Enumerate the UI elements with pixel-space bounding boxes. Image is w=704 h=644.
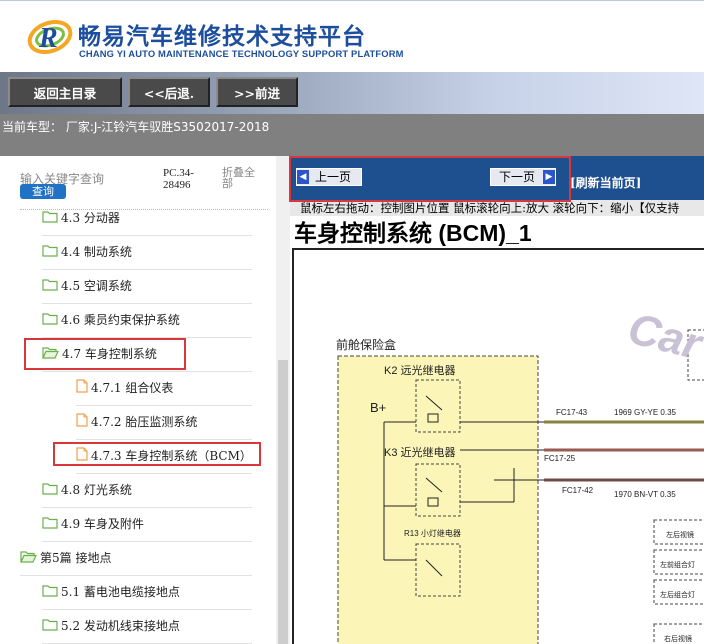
brand-subtitle: CHANG YI AUTO MAINTENANCE TECHNOLOGY SUP… — [79, 48, 404, 59]
folder-icon — [42, 617, 58, 637]
tree-item[interactable]: 4.3 分动器 — [42, 208, 120, 228]
r13-relay — [415, 543, 461, 597]
tree-item[interactable]: 5.2 发动机线束接地点 — [42, 616, 180, 636]
tree-item[interactable]: 4.7.3 车身控制系统（BCM） — [76, 446, 252, 466]
divider — [42, 609, 252, 610]
tree-item[interactable]: 4.7.2 胎压监测系统 — [76, 412, 197, 432]
right-box-4-label: 右后视镜 — [664, 636, 692, 643]
tree-item[interactable]: 4.6 乘员约束保护系统 — [42, 310, 180, 330]
wire-1-connector: FC17-43 — [556, 408, 588, 417]
k2-label: K2 远光继电器 — [384, 365, 456, 377]
wire-2-connector: FC17-25 — [544, 454, 576, 463]
document-icon — [76, 446, 88, 467]
next-page-label: 下一页 — [499, 170, 536, 184]
tree-item[interactable]: 4.7 车身控制系统 — [42, 344, 157, 364]
right-box-1-label: 左后视镜 — [666, 532, 694, 539]
brand-title: 畅易汽车维修技术支持平台 — [78, 24, 366, 50]
back-button[interactable]: <<后退. — [128, 77, 210, 107]
tree-item-label: 4.8 灯光系统 — [61, 483, 132, 497]
arrow-left-icon: ◀ — [297, 170, 309, 184]
right-panel: ◀ 上一页 下一页 ▶ [刷新当前页] 鼠标左右拖动：控制图片位置 鼠标滚轮向上… — [290, 156, 704, 644]
car-type-label: 当前车型： 厂家:J-江铃汽车驭胜S3502017-2018 — [2, 120, 270, 134]
folder-icon — [42, 583, 58, 603]
divider — [76, 473, 252, 474]
prev-page-label: 上一页 — [315, 170, 352, 184]
tree-item[interactable]: 第5篇 接地点 — [20, 548, 111, 568]
scrollbar-thumb[interactable] — [278, 360, 288, 644]
left-panel: 输入关键字查询 查询 PC.34-28496 折叠全部 4.3 分动器 4.4 制… — [0, 156, 290, 644]
tree-item-label: 4.7 车身控制系统 — [62, 347, 157, 361]
tree-item-label: 4.6 乘员约束保护系统 — [61, 313, 180, 327]
tree-item[interactable]: 4.8 灯光系统 — [42, 480, 132, 500]
folder-icon — [42, 209, 58, 229]
pager-bar: ◀ 上一页 下一页 ▶ [刷新当前页] — [290, 156, 704, 200]
folder-open-icon — [42, 345, 59, 365]
fusebox-label: 前舱保险盒 — [336, 338, 397, 352]
folder-open-icon — [20, 549, 37, 569]
folder-icon — [42, 277, 58, 297]
tree-item-label: 4.7.2 胎压监测系统 — [91, 415, 198, 429]
k3-relay — [415, 463, 461, 517]
svg-text:R: R — [38, 23, 58, 54]
tree-item[interactable]: 4.9 车身及附件 — [42, 514, 144, 534]
tree-item[interactable]: 4.7.1 组合仪表 — [76, 378, 173, 398]
k3-label: K3 近光继电器 — [384, 447, 456, 459]
prev-page-button[interactable]: ◀ 上一页 — [296, 168, 362, 186]
folder-icon — [42, 311, 58, 331]
divider — [42, 371, 252, 372]
wire-3-label: 1970 BN-VT 0.35 — [614, 490, 676, 499]
tree-item-label: 4.4 制动系统 — [61, 245, 132, 259]
wire-1-label: 1969 GY-YE 0.35 — [614, 408, 676, 417]
next-page-button[interactable]: 下一页 ▶ — [490, 168, 556, 186]
folder-icon — [42, 243, 58, 263]
tree-item-label: 4.7.3 车身控制系统（BCM） — [91, 449, 252, 463]
divider — [42, 303, 252, 304]
divider — [42, 337, 252, 338]
divider — [42, 235, 252, 236]
tree-item[interactable]: 5.1 蓄电池电缆接地点 — [42, 582, 180, 602]
nav-bar: 返回主目录 <<后退. >>前进 — [0, 72, 704, 114]
diagram-title: 车身控制系统 (BCM)_1 — [294, 220, 532, 246]
search-button[interactable]: 查询 — [20, 184, 66, 199]
pc-code: PC.34-28496 — [163, 167, 194, 191]
divider — [42, 507, 252, 508]
wire-3-connector: FC17-42 — [562, 486, 594, 495]
refresh-button[interactable]: [刷新当前页] — [570, 174, 641, 191]
divider — [76, 405, 252, 406]
r13-label: R13 小灯继电器 — [404, 529, 461, 538]
divider — [42, 541, 252, 542]
divider — [20, 575, 252, 576]
tree-item-label: 4.5 空调系统 — [61, 279, 132, 293]
bplus-label: B+ — [370, 400, 387, 415]
divider — [76, 439, 252, 440]
divider — [42, 269, 252, 270]
tree-item-label: 5.2 发动机线束接地点 — [61, 619, 180, 633]
wiring-diagram[interactable]: 前舱保险盒 K2 远光继电器 K3 近光继电器 R13 小灯继电器 B+ FC1… — [292, 248, 704, 644]
folder-icon — [42, 481, 58, 501]
fold-all-button[interactable]: 折叠全部 — [222, 167, 262, 189]
logo-icon: R — [27, 20, 73, 54]
tree-item-label: 4.9 车身及附件 — [61, 517, 144, 531]
tree-item-label: 4.7.1 组合仪表 — [91, 381, 174, 395]
tree-item[interactable]: 4.4 制动系统 — [42, 242, 132, 262]
car-type-bar: 当前车型： 厂家:J-江铃汽车驭胜S3502017-2018 — [0, 114, 704, 156]
document-icon — [76, 378, 88, 399]
home-button[interactable]: 返回主目录 — [8, 77, 122, 107]
right-box-3-label: 左后组合灯 — [660, 592, 695, 599]
tree-item[interactable]: 4.5 空调系统 — [42, 276, 132, 296]
tree-item-label: 第5篇 接地点 — [40, 551, 112, 565]
tree-item-label: 4.3 分动器 — [61, 211, 120, 225]
tree-item-label: 5.1 蓄电池电缆接地点 — [61, 585, 180, 599]
app-window: R 畅易汽车维修技术支持平台 CHANG YI AUTO MAINTENANCE… — [0, 0, 704, 644]
document-icon — [76, 412, 88, 433]
arrow-right-icon: ▶ — [543, 170, 555, 184]
forward-button[interactable]: >>前进 — [216, 77, 298, 107]
folder-icon — [42, 515, 58, 535]
right-box-2-label: 左前组合灯 — [660, 562, 695, 569]
header: R 畅易汽车维修技术支持平台 CHANG YI AUTO MAINTENANCE… — [0, 0, 704, 72]
